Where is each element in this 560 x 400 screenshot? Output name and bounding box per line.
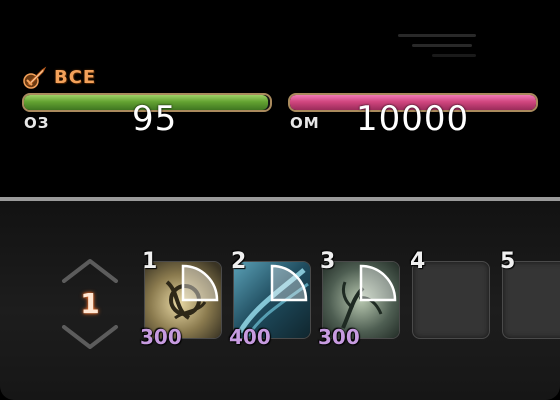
background-effect xyxy=(398,34,476,37)
slot-key-number: 4 xyxy=(410,249,426,274)
slot-key-number: 5 xyxy=(500,249,516,274)
mp-label: ОМ xyxy=(290,114,320,132)
hotbar-slot-2[interactable]: 2 400 xyxy=(229,249,311,349)
background-effect xyxy=(412,44,472,47)
slot-mp-cost: 300 xyxy=(140,325,182,349)
hotbar-selector: 1 xyxy=(50,257,130,353)
party-member-header[interactable]: ВСЕ xyxy=(22,64,96,90)
slot-key-number: 1 xyxy=(142,249,158,274)
slot-mp-cost: 400 xyxy=(229,325,271,349)
sword-job-icon xyxy=(23,66,47,89)
chevron-down-icon[interactable] xyxy=(60,325,120,351)
mp-value: 10000 xyxy=(356,99,470,139)
slot-key-number: 2 xyxy=(231,249,247,274)
hotbar-panel: 1 1 300 2 400 3 300 4 5 xyxy=(0,201,560,400)
background-effect xyxy=(432,54,476,57)
hp-label: ОЗ xyxy=(24,114,50,132)
hotbar-number: 1 xyxy=(80,287,100,320)
hotbar-slot-3[interactable]: 3 300 xyxy=(318,249,400,349)
slot-mp-cost: 300 xyxy=(318,325,360,349)
hotbar-slot-4[interactable]: 4 xyxy=(410,249,490,339)
hotbar-slot-1[interactable]: 1 300 xyxy=(140,249,222,349)
slot-key-number: 3 xyxy=(320,249,336,274)
party-status-panel: ВСЕ ОЗ 95 ОМ 10000 xyxy=(0,0,560,198)
chevron-up-icon[interactable] xyxy=(60,257,120,283)
hotbar-slot-5[interactable]: 5 xyxy=(500,249,560,339)
game-screen: ВСЕ ОЗ 95 ОМ 10000 1 1 300 2 400 3 300 4… xyxy=(0,0,560,400)
hp-value: 95 xyxy=(132,99,178,139)
party-member-name: ВСЕ xyxy=(54,66,97,88)
